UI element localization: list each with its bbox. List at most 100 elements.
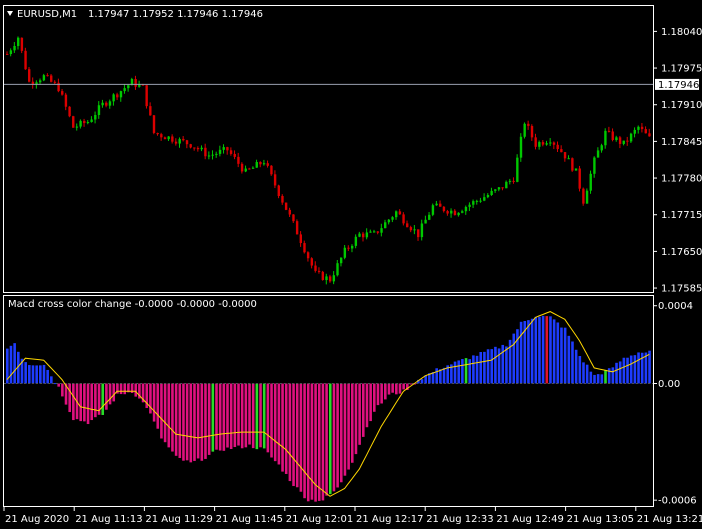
histogram-bar	[574, 349, 578, 384]
mt4-chart[interactable]: 1.18040 1.17975 1.17910 1.17845 1.17780 1.177…	[0, 0, 702, 529]
histogram-bar	[373, 383, 376, 412]
histogram-bar	[229, 383, 233, 450]
histogram-bar	[567, 335, 571, 384]
candle-body	[501, 187, 504, 189]
histogram-bar	[270, 383, 273, 458]
histogram-bar	[288, 383, 292, 482]
candle-body	[97, 105, 101, 115]
histogram-bar	[211, 383, 215, 452]
histogram-bar	[277, 383, 281, 465]
price-tick-label: 1.17585	[661, 284, 702, 295]
candle-body	[149, 106, 152, 116]
histogram-bar	[207, 383, 211, 455]
candle-body	[402, 214, 405, 224]
candle-body	[288, 209, 291, 215]
candle-body	[24, 50, 27, 70]
candle-body	[215, 153, 218, 155]
candle-body	[369, 231, 372, 233]
candle-body	[354, 236, 358, 246]
histogram-bar	[589, 371, 593, 384]
histogram-bar	[472, 355, 475, 384]
histogram-bar	[167, 383, 171, 448]
histogram-bar	[39, 365, 42, 384]
histogram-bar	[560, 327, 563, 384]
candle-body	[365, 232, 369, 238]
histogram-bar	[461, 359, 464, 384]
candle-body	[637, 126, 640, 130]
candle-body	[563, 152, 567, 159]
histogram-bar	[306, 383, 310, 502]
histogram-bar	[233, 383, 237, 448]
candle-body	[119, 91, 123, 98]
histogram-bar	[563, 327, 567, 384]
histogram-bar	[648, 350, 651, 384]
histogram-bar	[435, 368, 438, 384]
histogram-bar	[24, 362, 27, 384]
candle-body	[255, 162, 258, 168]
histogram-bar	[255, 383, 259, 450]
candle-body	[519, 136, 523, 158]
histogram-bar	[516, 329, 519, 384]
candle-body	[596, 150, 600, 158]
candle-body	[277, 185, 280, 196]
histogram-bar	[527, 320, 530, 384]
candle-body	[479, 200, 482, 202]
histogram-bar	[35, 365, 38, 384]
histogram-bar	[369, 383, 372, 422]
candle-body	[648, 133, 651, 137]
price-tick-label: 1.17975	[661, 64, 702, 75]
candle-body	[523, 123, 526, 137]
candle-body	[306, 252, 310, 259]
histogram-bar	[336, 383, 339, 488]
candle-body	[53, 81, 57, 83]
time-tick-label: 21 Aug 11:45	[216, 514, 283, 525]
candle-body	[343, 247, 347, 258]
histogram-bar	[626, 357, 629, 384]
histogram-bar	[541, 315, 545, 384]
histogram-bar	[101, 383, 105, 415]
time-tick-label: 21 Aug 12:17	[356, 514, 423, 525]
histogram-bar	[251, 383, 255, 449]
time-tick-label: 21 Aug 12:49	[496, 514, 563, 525]
histogram-bar	[332, 383, 336, 492]
histogram-bar	[248, 383, 251, 445]
candle-body	[233, 153, 236, 157]
candle-body	[604, 130, 607, 146]
histogram-bar	[204, 383, 207, 459]
histogram-bar	[391, 383, 394, 393]
candle-body	[560, 149, 563, 153]
histogram-bar	[512, 333, 516, 384]
candle-body	[299, 234, 302, 244]
candle-body	[512, 180, 515, 182]
candle-body	[600, 145, 603, 151]
time-tick-label: 21 Aug 13:05	[567, 514, 634, 525]
candle-body	[538, 142, 541, 147]
candle-body	[490, 190, 493, 196]
candle-body	[204, 147, 207, 157]
histogram-bar	[240, 383, 244, 449]
candle-body	[640, 126, 644, 130]
histogram-bar	[343, 383, 347, 476]
histogram-bar	[303, 383, 306, 499]
candle-body	[497, 187, 501, 190]
candle-body	[218, 149, 222, 154]
candle-body	[325, 276, 328, 281]
candle-body	[160, 134, 163, 138]
candle-body	[182, 138, 185, 141]
candle-body	[31, 81, 35, 85]
indicator-tick-label: 0.0004	[658, 301, 693, 312]
candle-body	[171, 136, 174, 142]
histogram-bar	[13, 343, 16, 384]
histogram-bar	[182, 383, 185, 461]
candle-body	[178, 138, 181, 144]
histogram-bar	[395, 383, 398, 395]
candle-body	[409, 227, 413, 231]
histogram-bar	[637, 352, 640, 384]
histogram-bar	[295, 383, 299, 488]
candle-body	[28, 69, 31, 82]
candle-body	[152, 115, 156, 133]
candle-body	[556, 144, 559, 150]
candle-body	[90, 119, 93, 123]
histogram-bar	[582, 362, 585, 384]
candle-body	[273, 174, 277, 186]
